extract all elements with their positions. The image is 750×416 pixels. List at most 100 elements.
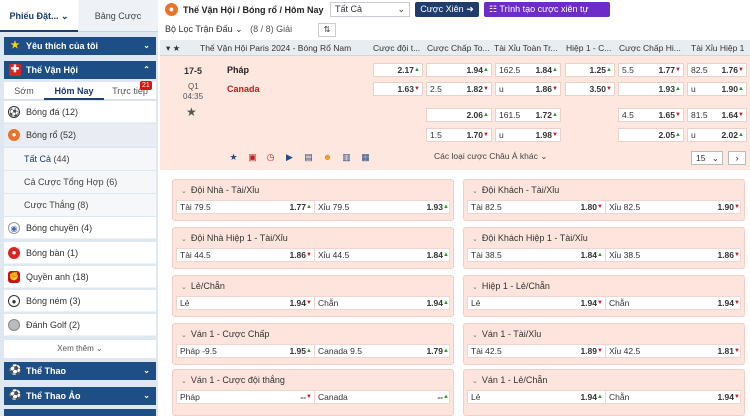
odds-change-icon: ▲ xyxy=(306,348,312,354)
refresh-icon[interactable]: › xyxy=(728,151,746,165)
market-title[interactable]: ⌄ Đội Khách Hiệp 1 - Tài/Xỉu xyxy=(472,233,588,243)
market-option[interactable]: Xỉu 42.5 1.81 ▼ xyxy=(605,345,742,358)
odds-cell[interactable]: u 1.86 ▼ xyxy=(495,82,561,96)
sort-icon[interactable]: ⇅ xyxy=(318,23,336,37)
market-option[interactable]: Tài 79.5 1.77 ▲ xyxy=(177,201,314,214)
sidebar-item-handball[interactable]: ● Bóng ném (3) xyxy=(4,290,156,312)
market-option[interactable]: Xỉu 82.5 1.90 ▼ xyxy=(605,201,742,214)
market-option[interactable]: Pháp -- ▼ xyxy=(177,391,314,404)
stats-icon[interactable]: ▥ xyxy=(341,152,352,163)
odds-cell[interactable]: 1.63 ▼ xyxy=(373,82,423,96)
sidebar-item-boxing[interactable]: ✊ Quyền anh (18) xyxy=(4,266,156,288)
market-title[interactable]: ⌄ Hiệp 1 - Lẻ/Chẵn xyxy=(472,281,550,291)
chevron-down-icon: ⌄ xyxy=(181,188,187,195)
basketball-icon: ● xyxy=(8,129,20,141)
sidebar-item-volleyball[interactable]: ◉ Bóng chuyền (4) xyxy=(4,217,156,239)
market-option[interactable]: Chẵn 1.94 ▼ xyxy=(605,391,742,404)
market-row: Tài 38.5 1.84 ▲ Xỉu 38.5 1.86 ▼ xyxy=(467,248,741,262)
market-title[interactable]: ⌄ Ván 1 - Tài/Xỉu xyxy=(472,329,541,339)
filter-select[interactable]: Tất Cả ⌄ xyxy=(330,2,410,17)
odds-cell[interactable]: 162.5 1.84 ▲ xyxy=(495,63,561,77)
match-filter[interactable]: Bộ Lọc Trận Đấu ⌄ (8 / 8) Giải xyxy=(165,24,292,35)
odds-cell[interactable]: 2.5 1.82 ▼ xyxy=(426,82,492,96)
odds-cell[interactable]: 82.5 1.76 ▼ xyxy=(687,63,747,77)
market-option[interactable]: Tài 82.5 1.80 ▼ xyxy=(468,201,605,214)
sidebar-item-golf[interactable]: Đánh Golf (2) xyxy=(4,314,156,336)
sidebar-item-ping-pong[interactable]: ● Bóng bàn (1) xyxy=(4,242,156,264)
sidebar-sub-all[interactable]: Tất Cả (44) xyxy=(4,148,156,170)
market-box: ⌄ Ván 1 - Lẻ/Chẵn Lẻ 1.94 ▲ Chẵn 1.94 ▼ xyxy=(463,369,745,416)
market-option[interactable]: Tài 44.5 1.86 ▼ xyxy=(177,249,314,262)
odds-cell[interactable]: 1.25 ▲ xyxy=(565,63,615,77)
star-icon[interactable]: ★ xyxy=(228,152,239,163)
odds-cell[interactable]: 161.5 1.72 ▲ xyxy=(495,108,561,122)
tab-bet-board[interactable]: Bảng Cược xyxy=(78,0,158,32)
market-option[interactable]: Tài 38.5 1.84 ▲ xyxy=(468,249,605,262)
calendar-icon[interactable]: ▤ xyxy=(303,152,314,163)
market-row: Pháp -- ▼ Canada -- ▲ xyxy=(176,390,450,404)
market-title[interactable]: ⌄ Đội Nhà - Tài/Xỉu xyxy=(181,185,259,195)
sports-header[interactable]: ⚽ Thể Thao ⌄ xyxy=(4,362,156,380)
sidebar-sub-winner[interactable]: Cược Thắng (8) xyxy=(4,194,156,216)
market-option[interactable]: Pháp -9.5 1.95 ▲ xyxy=(177,345,314,358)
live-tv-icon[interactable]: ▣ xyxy=(247,152,258,163)
market-title[interactable]: ⌄ Ván 1 - Cược Chấp xyxy=(181,329,269,339)
favorite-star-icon[interactable]: ★ xyxy=(186,105,197,119)
see-more-button[interactable]: Xem thêm ⌄ xyxy=(4,340,156,358)
odds-cell[interactable]: u 2.02 ▲ xyxy=(687,128,747,142)
market-option[interactable]: Lẻ 1.94 ▼ xyxy=(177,297,314,310)
bar-chart-icon[interactable]: ▦ xyxy=(360,152,371,163)
odds-cell[interactable]: 2.17 ▲ xyxy=(373,63,423,77)
olympics-header[interactable]: ✚ Thế Vận Hội ⌃ xyxy=(4,61,156,79)
odds-cell[interactable]: 5.5 1.77 ▼ xyxy=(618,63,684,77)
chevron-down-icon: ⌄ xyxy=(181,236,187,243)
market-option[interactable]: Lẻ 1.94 ▲ xyxy=(468,391,605,404)
market-title[interactable]: ⌄ Lẻ/Chẵn xyxy=(181,281,225,291)
odds-cell[interactable]: 2.05 ▲ xyxy=(618,128,684,142)
market-title[interactable]: ⌄ Đội Nhà Hiệp 1 - Tài/Xỉu xyxy=(181,233,288,243)
auto-parlay-button[interactable]: ☷ Trình tạo cược xiên tự động xyxy=(484,2,610,29)
chevron-down-icon: ⌄ xyxy=(711,153,719,163)
chevron-down-icon: ⌄ xyxy=(472,236,478,243)
market-option[interactable]: Lẻ 1.94 ▼ xyxy=(468,297,605,310)
market-option[interactable]: Canada -- ▲ xyxy=(314,391,451,404)
market-option[interactable]: Chẵn 1.94 ▲ xyxy=(314,297,451,310)
parlay-button[interactable]: Cược Xiên ➜ xyxy=(415,2,479,17)
chevron-down-icon: ⌄ xyxy=(472,332,478,339)
market-option[interactable]: Canada 9.5 1.79 ▲ xyxy=(314,345,451,358)
stopwatch-icon[interactable]: ◷ xyxy=(265,152,276,163)
chevron-down-icon: ⌄ xyxy=(397,4,405,14)
odds-cell[interactable]: 2.06 ▲ xyxy=(426,108,492,122)
market-option[interactable]: Chẵn 1.94 ▼ xyxy=(605,297,742,310)
odds-cell[interactable]: 3.50 ▼ xyxy=(565,82,615,96)
odds-cell[interactable]: u 1.90 ▲ xyxy=(687,82,747,96)
mascot-icon[interactable]: ☻ xyxy=(322,152,333,163)
page-size-select[interactable]: 15 ⌄ xyxy=(691,151,723,165)
sidebar-item-basketball[interactable]: ● Bóng rổ (52) xyxy=(4,124,156,146)
favorites-header[interactable]: ★ Yêu thích của tôi ⌄ xyxy=(4,37,156,55)
market-option[interactable]: Xỉu 38.5 1.86 ▼ xyxy=(605,249,742,262)
market-title[interactable]: ⌄ Đội Khách - Tài/Xỉu xyxy=(472,185,559,195)
collapse-icon[interactable]: ▾ ★ xyxy=(166,40,196,56)
market-option[interactable]: Xỉu 44.5 1.84 ▲ xyxy=(314,249,451,262)
odds-cell[interactable]: 1.93 ▲ xyxy=(618,82,684,96)
more-markets-link[interactable]: Các loại cược Châu Á khác ⌄ xyxy=(434,151,547,162)
play-icon[interactable]: ▶ xyxy=(284,152,295,163)
odds-cell[interactable]: 4.5 1.65 ▼ xyxy=(618,108,684,122)
market-title[interactable]: ⌄ Ván 1 - Cược đội thắng xyxy=(181,375,285,385)
market-option[interactable]: Xỉu 79.5 1.93 ▲ xyxy=(314,201,451,214)
market-option[interactable]: Tài 42.5 1.89 ▼ xyxy=(468,345,605,358)
sidebar-sub-combo[interactable]: Cả Cược Tổng Hợp (6) xyxy=(4,171,156,193)
sidebar-item-soccer[interactable]: ⚽ Bóng đá (12) xyxy=(4,101,156,123)
tab-bet-slip[interactable]: Phiếu Đặt... ⌄ xyxy=(0,0,78,32)
odds-cell[interactable]: 1.5 1.70 ▼ xyxy=(426,128,492,142)
tab-today[interactable]: Hôm Nay xyxy=(44,82,104,100)
odds-cell[interactable]: 81.5 1.64 ▼ xyxy=(687,108,747,122)
odds-cell[interactable]: u 1.98 ▼ xyxy=(495,128,561,142)
virtual-sports-header[interactable]: ⚽ Thể Thao Ảo ⌄ xyxy=(4,387,156,405)
market-row: Pháp -9.5 1.95 ▲ Canada 9.5 1.79 ▲ xyxy=(176,344,450,358)
market-box: ⌄ Lẻ/Chẵn Lẻ 1.94 ▼ Chẵn 1.94 ▲ xyxy=(172,275,454,317)
tab-early[interactable]: Sớm xyxy=(4,82,44,100)
odds-cell[interactable]: 1.94 ▲ xyxy=(426,63,492,77)
market-title[interactable]: ⌄ Ván 1 - Lẻ/Chẵn xyxy=(472,375,547,385)
